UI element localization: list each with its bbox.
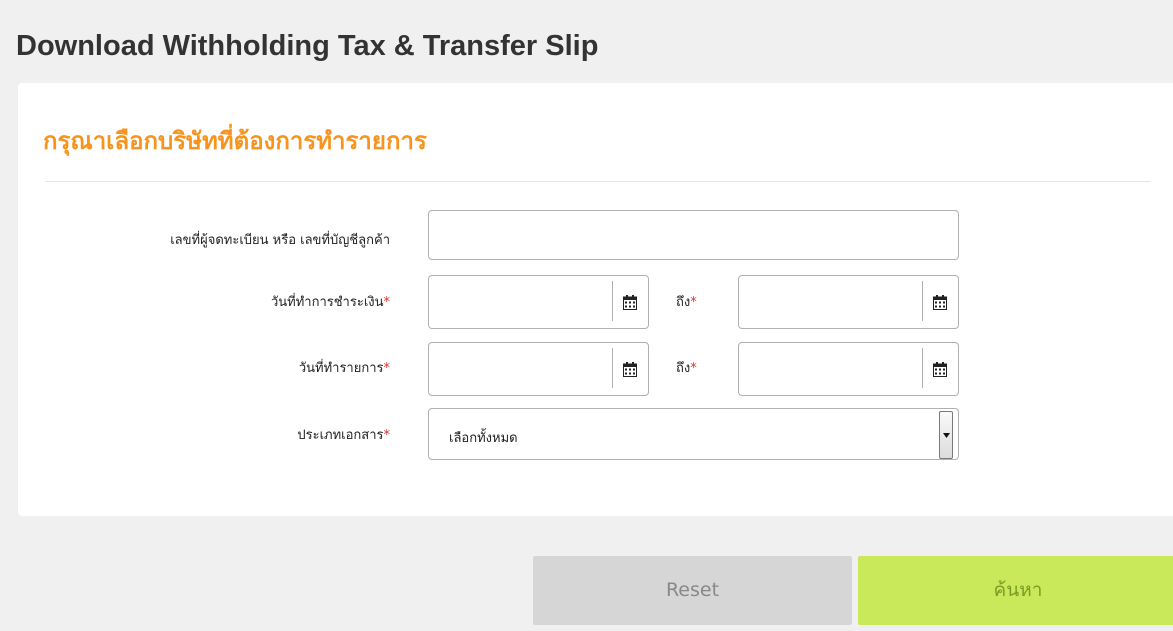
transaction-date-to-calendar-button[interactable] bbox=[922, 343, 958, 395]
filter-card: กรุณาเลือกบริษัทที่ต้องการทำรายการ เลขที… bbox=[18, 83, 1173, 516]
section-heading: กรุณาเลือกบริษัทที่ต้องการทำรายการ bbox=[43, 127, 427, 155]
document-type-label: ประเภทเอกสาร* bbox=[297, 428, 391, 443]
separator bbox=[922, 281, 923, 321]
payment-date-label: วันที่ทำการชำระเงิน* bbox=[270, 295, 391, 310]
chevron-down-icon bbox=[942, 432, 950, 438]
transaction-date-label: วันที่ทำรายการ* bbox=[298, 361, 391, 376]
required-mark: * bbox=[690, 361, 697, 376]
document-type-select[interactable]: เลือกทั้งหมด bbox=[428, 408, 959, 460]
account-number-label: เลขที่ผู้จดทะเบียน หรือ เลขที่บัญชีลูกค้… bbox=[170, 233, 390, 248]
transaction-date-to-input[interactable] bbox=[738, 342, 959, 396]
dropdown-toggle[interactable] bbox=[939, 411, 953, 459]
page-title: Download Withholding Tax & Transfer Slip bbox=[16, 30, 599, 62]
required-mark: * bbox=[383, 428, 391, 443]
payment-date-from-input[interactable] bbox=[428, 275, 649, 329]
search-button[interactable]: ค้นหา bbox=[858, 556, 1173, 625]
transaction-date-from-calendar-button[interactable] bbox=[612, 343, 648, 395]
calendar-icon bbox=[933, 294, 947, 310]
separator bbox=[612, 281, 613, 321]
transaction-date-to-label: ถึง* bbox=[676, 361, 697, 376]
divider bbox=[45, 181, 1151, 182]
reset-button[interactable]: Reset bbox=[533, 556, 852, 625]
separator bbox=[612, 348, 613, 388]
required-mark: * bbox=[690, 295, 697, 310]
payment-date-to-input[interactable] bbox=[738, 275, 959, 329]
payment-date-from-calendar-button[interactable] bbox=[612, 276, 648, 328]
document-type-selected-value: เลือกทั้งหมด bbox=[449, 431, 518, 446]
payment-date-to-calendar-button[interactable] bbox=[922, 276, 958, 328]
required-mark: * bbox=[383, 361, 391, 376]
calendar-icon bbox=[623, 361, 637, 377]
calendar-icon bbox=[623, 294, 637, 310]
transaction-date-from-input[interactable] bbox=[428, 342, 649, 396]
required-mark: * bbox=[383, 295, 391, 310]
payment-date-to-label: ถึง* bbox=[676, 295, 697, 310]
separator bbox=[922, 348, 923, 388]
account-number-input[interactable] bbox=[428, 210, 959, 260]
calendar-icon bbox=[933, 361, 947, 377]
